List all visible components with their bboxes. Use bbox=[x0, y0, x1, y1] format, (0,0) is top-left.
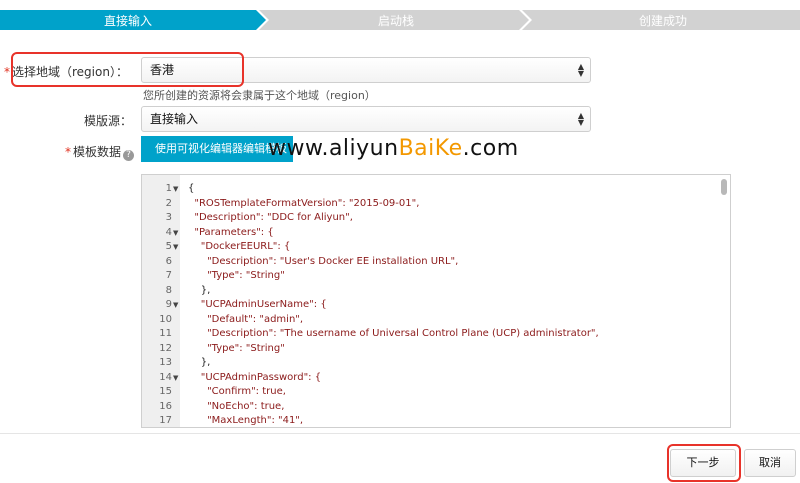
fold-toggle-icon[interactable]: ▼ bbox=[173, 301, 178, 309]
region-help-text: 您所创建的资源将会隶属于这个地域（region） bbox=[143, 89, 376, 102]
watermark: www.aliyunBaiKe.com bbox=[268, 136, 519, 161]
editor-scrollbar[interactable] bbox=[721, 179, 727, 195]
code-line: "Description": "The username of Universa… bbox=[188, 328, 599, 339]
line-number: 17 bbox=[159, 415, 172, 426]
code-line: "NoEcho": true, bbox=[188, 400, 285, 412]
fold-toggle-icon[interactable]: ▼ bbox=[173, 243, 178, 251]
line-number: 8 bbox=[165, 284, 172, 296]
code-line: "UCPAdminPassword": { bbox=[188, 371, 322, 383]
footer-divider bbox=[0, 433, 800, 434]
watermark-suffix: .com bbox=[462, 136, 519, 161]
line-number: 10 bbox=[159, 313, 172, 325]
line-number: 14 bbox=[159, 371, 172, 383]
step-2-label: 启动栈 bbox=[378, 14, 415, 28]
code-line: "DockerEEURL": { bbox=[188, 241, 291, 252]
code-line: "Type": "String" bbox=[188, 270, 285, 281]
code-line: "Description": "User's Docker EE install… bbox=[188, 255, 459, 267]
template-source-value: 直接输入 bbox=[150, 112, 199, 126]
line-number: 9 bbox=[165, 299, 172, 310]
code-line: "Parameters": { bbox=[188, 226, 274, 238]
line-number: 12 bbox=[159, 342, 172, 354]
fold-toggle-icon[interactable]: ▼ bbox=[173, 229, 178, 237]
select-arrows-icon: ▲ ▼ bbox=[577, 111, 584, 127]
code-line: "ROSTemplateFormatVersion": "2015-09-01"… bbox=[188, 197, 420, 209]
help-question-icon[interactable]: ? bbox=[123, 150, 134, 161]
watermark-prefix: www.aliyun bbox=[268, 136, 399, 161]
code-line: "Default": "admin", bbox=[188, 313, 304, 325]
step-3-label: 创建成功 bbox=[639, 14, 688, 28]
line-number: 2 bbox=[165, 197, 172, 209]
line-number: 3 bbox=[165, 212, 172, 223]
line-number: 13 bbox=[159, 357, 172, 368]
template-source-label: 模版源： bbox=[83, 114, 132, 128]
code-line: "Description": "DDC for Aliyun", bbox=[188, 212, 353, 223]
code-line: { bbox=[188, 183, 195, 194]
fold-toggle-icon[interactable]: ▼ bbox=[173, 185, 178, 193]
template-source-select[interactable]: 直接输入 ▲ ▼ bbox=[141, 106, 591, 132]
line-number: 1 bbox=[165, 183, 172, 194]
code-line: }, bbox=[188, 357, 211, 368]
code-line: }, bbox=[188, 284, 211, 296]
line-number: 6 bbox=[165, 255, 172, 267]
fold-toggle-icon[interactable]: ▼ bbox=[173, 374, 178, 382]
code-line: "MaxLength": "41", bbox=[188, 415, 304, 426]
line-number: 5 bbox=[165, 241, 172, 252]
code-line: "UCPAdminUserName": { bbox=[188, 299, 327, 310]
code-line: "Confirm": true, bbox=[188, 386, 286, 397]
select-arrows-icon: ▲ ▼ bbox=[577, 62, 584, 78]
template-data-label-text: 模板数据 bbox=[72, 145, 121, 159]
line-number: 16 bbox=[159, 400, 172, 412]
cancel-button[interactable]: 取消 bbox=[744, 449, 796, 477]
code-line: "Type": "String" bbox=[188, 342, 285, 354]
line-number: 15 bbox=[159, 386, 172, 397]
watermark-accent: BaiKe bbox=[398, 136, 463, 161]
line-number: 4 bbox=[165, 226, 172, 238]
template-code-editor[interactable]: 1 ▼{2 "ROSTemplateFormatVersion": "2015-0… bbox=[141, 174, 731, 428]
required-mark: * bbox=[4, 65, 10, 79]
line-number: 7 bbox=[165, 270, 172, 281]
template-data-label: * 模板数据? bbox=[30, 143, 134, 161]
next-highlight-box bbox=[667, 444, 741, 482]
required-mark: * bbox=[64, 145, 71, 159]
region-highlight-box bbox=[11, 52, 244, 87]
line-number: 11 bbox=[159, 328, 172, 339]
wizard-steps: 直接输入 启动栈 创建成功 bbox=[0, 0, 800, 40]
step-1-label: 直接输入 bbox=[104, 14, 153, 28]
